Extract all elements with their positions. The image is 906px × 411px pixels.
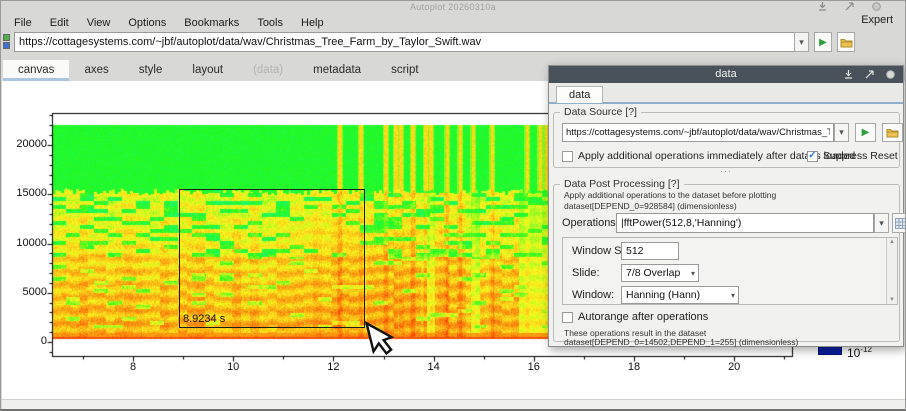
scroll-up-icon[interactable]: ▲ [887,239,897,245]
tab-layout[interactable]: layout [177,60,238,81]
autoplot-window: Autoplot 20260310a FileEditViewOptionsBo… [0,0,906,411]
slide-select[interactable]: 7/8 Overlap ▾ [621,264,699,282]
menu-options[interactable]: Options [119,16,175,30]
x-tick-label: 18 [617,361,651,373]
tab-canvas[interactable]: canvas [3,60,69,81]
x-tick-label: 20 [717,361,751,373]
post-processing-legend: Data Post Processing [?] [560,178,684,190]
window-size-row: Window Size: [563,241,897,263]
menu-bar: FileEditViewOptionsBookmarksToolsHelp Ex… [1,13,905,30]
y-tick-label: 5000 [3,286,47,298]
menu-view[interactable]: View [78,16,120,30]
dialog-uri-chevron-icon[interactable]: ▾ [834,123,849,142]
input-dataset-label: dataset[DEPEND_0=928584] (dimensionless) [564,201,737,211]
chevron-down-icon: ▾ [691,269,695,278]
address-bar: ▾ ▶ [1,30,905,55]
dialog-undock-icon[interactable] [865,70,874,79]
post-processing-description: Apply additional operations to the datas… [564,190,776,200]
tab-style[interactable]: style [124,60,178,81]
window-size-input[interactable] [621,242,679,260]
selection-box: 8.9234 s [179,189,365,328]
suppress-reset-checkbox-row: ✓ Suppress Reset [807,150,898,162]
y-tick-label: 0 [3,335,47,347]
window-title: Autoplot 20260310a [1,2,905,12]
scroll-down-icon[interactable]: ▼ [887,297,897,303]
x-tick-label: 14 [417,361,451,373]
main-tab-bar: canvasaxesstylelayout(data)metadatascrip… [3,56,434,81]
menu-help[interactable]: Help [292,16,333,30]
autorange-checkbox-row: Autorange after operations [562,311,708,323]
window-select[interactable]: Hanning (Hann) ▾ [621,286,739,304]
suppress-reset-label: Suppress Reset [823,150,898,162]
apply-immediately-checkbox[interactable] [562,151,573,162]
autorange-label: Autorange after operations [578,311,708,323]
operations-chevron-icon[interactable]: ▾ [874,213,889,233]
expert-mode-label[interactable]: Expert [861,14,893,26]
colorbar-tick-label: 10-12 [847,345,872,360]
splitter-handle[interactable]: ··· [549,166,903,176]
datasource-type-icon [3,34,12,50]
window-menu-icon[interactable] [872,2,881,11]
window-row: Window: Hanning (Hann) ▾ [563,285,897,307]
selection-width-label: 8.9234 s [183,313,225,325]
slide-label: Slide: [572,267,600,279]
tab-script[interactable]: script [376,60,433,81]
go-play-button[interactable]: ▶ [814,32,832,52]
browse-folder-button[interactable] [837,32,855,52]
folder-icon [886,127,899,138]
post-processing-group: Data Post Processing [?] Apply additiona… [553,184,900,342]
y-tick-label: 10000 [3,237,47,249]
chevron-down-icon: ▾ [731,291,735,300]
x-tick-label: 12 [316,361,350,373]
y-tick-label: 15000 [3,187,47,199]
data-source-legend: Data Source [?] [560,106,641,118]
uri-history-chevron-icon[interactable]: ▾ [794,32,809,52]
operations-builder-button[interactable] [892,213,906,233]
tab-axes[interactable]: axes [69,60,123,81]
dialog-tab-data[interactable]: data [556,86,603,103]
operations-input[interactable] [616,213,874,233]
operations-row: Operations: ▾ [554,213,899,235]
x-tick-label: 8 [116,361,150,373]
undock-icon[interactable] [845,2,854,11]
dialog-uri-input[interactable] [562,123,834,142]
window-value: Hanning (Hann) [626,289,700,301]
dialog-title-bar[interactable]: data [549,66,903,83]
x-tick-label: 10 [216,361,250,373]
slide-value: 7/8 Overlap [626,267,680,279]
folder-icon [840,37,853,48]
dialog-go-play-button[interactable]: ▶ [855,123,876,142]
mouse-cursor-icon [360,321,394,365]
tab-metadata[interactable]: metadata [298,60,376,81]
panel-scrollbar[interactable]: ▲ ▼ [886,238,897,304]
menu-edit[interactable]: Edit [41,16,78,30]
window-title-bar[interactable]: Autoplot 20260310a [1,1,905,13]
grid-icon [895,218,906,229]
menu-file[interactable]: File [5,16,41,30]
autorange-checkbox[interactable] [562,312,573,323]
dialog-menu-icon[interactable] [886,70,895,79]
operation-parameters-panel: Window Size: Slide: 7/8 Overlap ▾ Window: Han… [562,237,898,305]
tab-data[interactable]: (data) [238,60,298,81]
menu-tools[interactable]: Tools [248,16,292,30]
y-tick-label: 20000 [3,138,47,150]
data-dialog: data data Data Source [?] ▾ ▶ Apply addi… [548,65,904,347]
status-bar [2,399,906,411]
x-tick-label: 16 [517,361,551,373]
uri-input[interactable] [14,32,795,52]
slide-row: Slide: 7/8 Overlap ▾ [563,263,897,285]
data-source-group: Data Source [?] ▾ ▶ Apply additional ope… [553,112,900,168]
operations-label: Operations: [562,217,619,229]
dialog-browse-folder-button[interactable] [882,123,903,142]
dialog-pin-icon[interactable] [844,70,853,79]
result-dataset-label: dataset[DEPEND_0=14502,DEPEND_1=255] (di… [564,337,798,347]
suppress-reset-checkbox[interactable]: ✓ [807,151,818,162]
pin-icon[interactable] [818,2,827,11]
window-label: Window: [572,289,614,301]
menu-bookmarks[interactable]: Bookmarks [175,16,248,30]
dialog-tab-strip: data [549,83,903,104]
